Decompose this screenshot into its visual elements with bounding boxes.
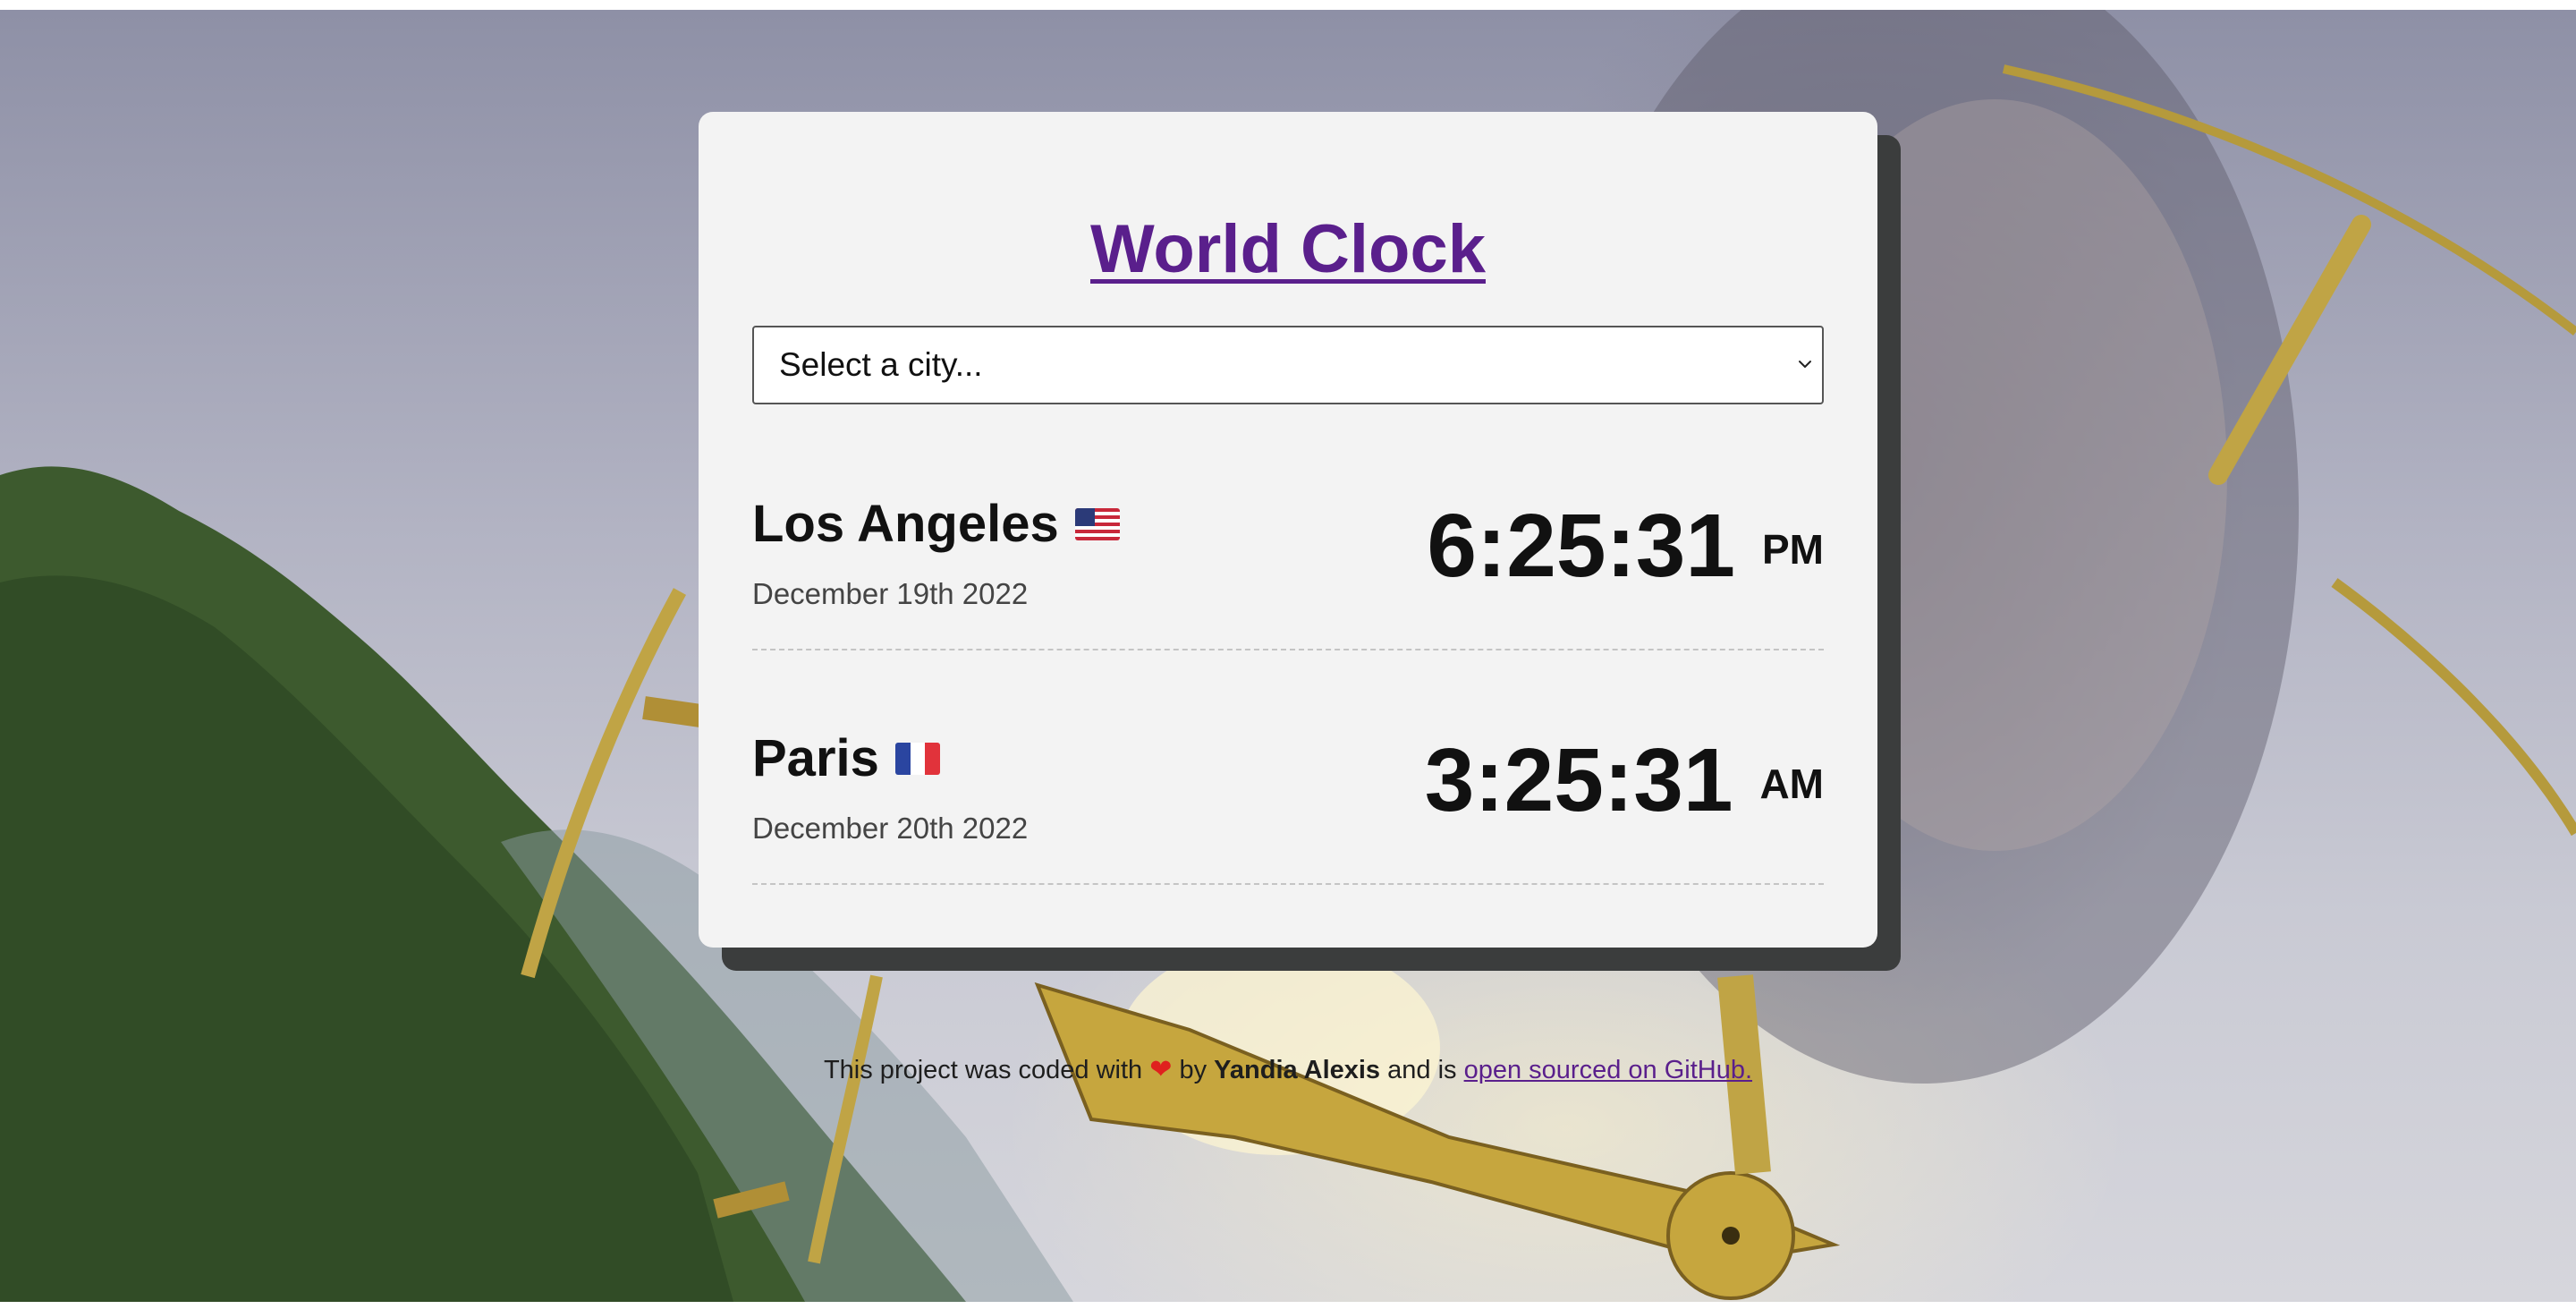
- footer: This project was coded with ❤ by Yandia …: [0, 1054, 2576, 1085]
- city-name: Paris: [752, 729, 879, 787]
- city-name-line: Paris: [752, 727, 940, 790]
- footer-prefix: This project was coded with: [823, 1056, 1143, 1084]
- city-ampm: PM: [1762, 526, 1824, 573]
- city-name: Los Angeles: [752, 495, 1059, 553]
- heart-icon: ❤: [1149, 1055, 1173, 1084]
- city-name-line: Los Angeles: [752, 493, 1120, 556]
- footer-by: by: [1179, 1056, 1208, 1084]
- github-link[interactable]: open sourced on GitHub.: [1464, 1056, 1752, 1084]
- page-title[interactable]: World Clock: [699, 208, 1877, 290]
- world-clock-card: World Clock Select a city... Los Angeles…: [699, 112, 1877, 948]
- city-ampm: AM: [1759, 761, 1824, 807]
- city-row-los-angeles: Los Angeles December 19th 2022 6:25:31 P…: [752, 454, 1824, 650]
- chevron-down-icon: [1799, 361, 1811, 368]
- city-date: December 19th 2022: [752, 577, 1029, 610]
- city-time-display: 3:25:31 AM: [1425, 731, 1824, 829]
- france-flag-icon: [894, 743, 940, 775]
- city-select-value: Select a city...: [779, 346, 983, 383]
- footer-middle: and is: [1387, 1056, 1457, 1084]
- browser-bottom-edge: [0, 1302, 2576, 1309]
- city-date: December 20th 2022: [752, 812, 1029, 845]
- city-time: 3:25:31: [1424, 730, 1733, 830]
- city-time: 6:25:31: [1427, 496, 1735, 596]
- us-flag-icon: [1074, 508, 1120, 540]
- city-select[interactable]: Select a city...: [752, 326, 1824, 404]
- browser-top-edge: [0, 0, 2576, 10]
- footer-author: Yandia Alexis: [1214, 1056, 1381, 1084]
- city-time-display: 6:25:31 PM: [1427, 497, 1824, 595]
- city-row-paris: Paris December 20th 2022 3:25:31 AM: [752, 688, 1824, 885]
